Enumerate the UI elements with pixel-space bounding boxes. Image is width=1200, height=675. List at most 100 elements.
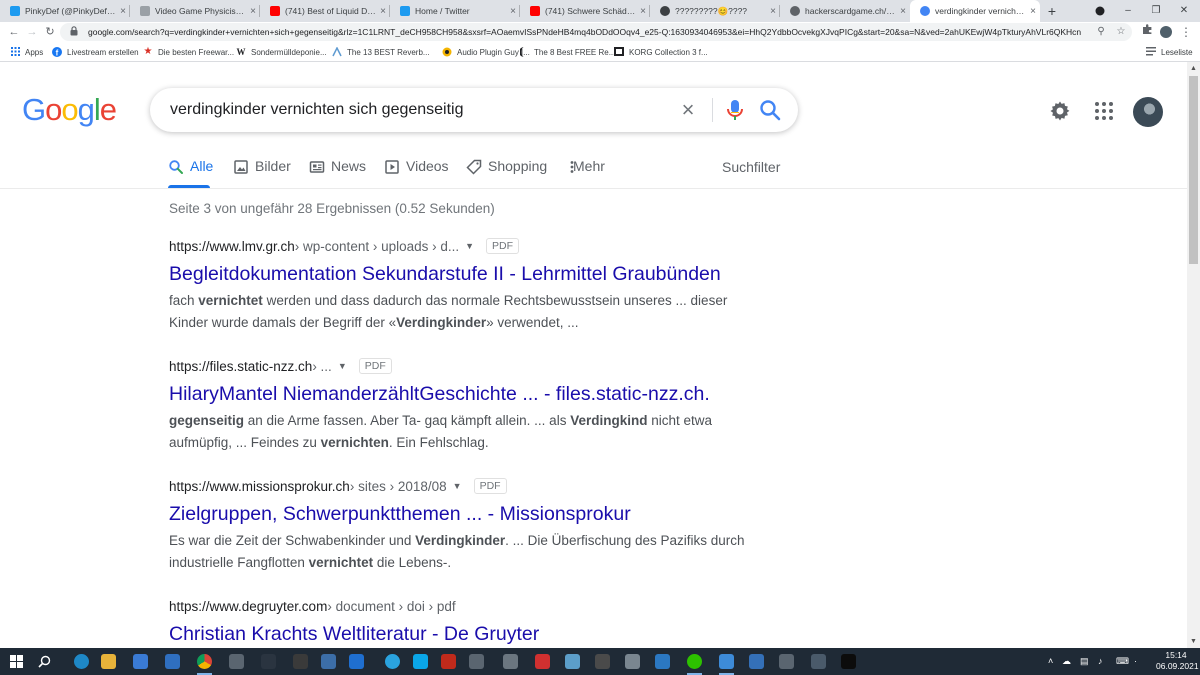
search-input[interactable]: verdingkinder vernichten sich gegenseiti…	[170, 100, 464, 120]
back-arrow-icon[interactable]: ←	[6, 24, 22, 40]
browser-tab[interactable]: Home / Twitter ×	[390, 0, 520, 22]
zoom-icon[interactable]: ⚲	[1094, 25, 1108, 39]
windows-start-icon[interactable]	[6, 651, 27, 672]
app-icon[interactable]	[716, 651, 737, 675]
result-url[interactable]: https://www.missionsprokur.ch › sites › …	[169, 477, 749, 495]
app-icon[interactable]	[438, 651, 459, 672]
network-icon[interactable]: ▤	[1080, 651, 1089, 672]
result-menu-caret-icon[interactable]: ▼	[453, 481, 462, 491]
url-text[interactable]: google.com/search?q=verdingkinder+vernic…	[88, 26, 1088, 38]
result-title-link[interactable]: Begleitdokumentation Sekundarstufe II - …	[169, 261, 749, 287]
reload-icon[interactable]: ↻	[42, 24, 58, 40]
app-icon[interactable]	[318, 651, 339, 672]
speaker-icon[interactable]: ♪	[1098, 651, 1103, 672]
bookmark-item[interactable]: The 8 Best FREE Re...	[519, 45, 615, 59]
reading-list-button[interactable]: Leseliste	[1146, 45, 1193, 59]
skype-icon[interactable]	[410, 651, 431, 672]
media-record-icon[interactable]	[1086, 0, 1114, 22]
result-title-link[interactable]: Zielgruppen, Schwerpunktthemen ... - Mis…	[169, 501, 749, 527]
onedrive-icon[interactable]: ☁	[1062, 651, 1071, 672]
app-icon[interactable]	[652, 651, 673, 672]
result-url[interactable]: https://www.lmv.gr.ch › wp-content › upl…	[169, 237, 749, 255]
account-avatar[interactable]	[1133, 97, 1163, 127]
telegram-icon[interactable]	[382, 651, 403, 672]
chevron-up-icon[interactable]: ˄	[1048, 651, 1053, 672]
tab-close-icon[interactable]: ×	[506, 6, 520, 17]
app-icon[interactable]	[258, 651, 279, 672]
app-icon[interactable]	[226, 651, 247, 672]
tab-videos[interactable]: Videos	[384, 158, 449, 188]
google-logo[interactable]: Google	[22, 92, 117, 128]
google-apps-grid-icon[interactable]	[1092, 99, 1116, 123]
language-icon[interactable]: ·	[1134, 651, 1137, 672]
browser-tab[interactable]: (741) Schwere Schädigung×	[520, 0, 650, 22]
tab-close-icon[interactable]: ×	[766, 6, 780, 17]
tab-close-icon[interactable]: ×	[376, 6, 390, 17]
result-url[interactable]: https://files.static-nzz.ch › ... ▼ PDF	[169, 357, 749, 375]
bookmark-item[interactable]: Audio Plugin Guy |...	[442, 45, 530, 59]
mail-icon[interactable]	[162, 651, 183, 672]
search-icon[interactable]	[758, 98, 782, 122]
forward-arrow-icon[interactable]: →	[24, 24, 40, 40]
bookmark-item[interactable]: f Livestream erstellen	[52, 45, 139, 59]
result-title-link[interactable]: HilaryMantel NiemanderzähltGeschichte ..…	[169, 381, 749, 407]
browser-tab[interactable]: hackerscardgame.ch/jpg/E ×	[780, 0, 910, 22]
browser-tab[interactable]: PinkyDef (@PinkyDef) / Tw×	[0, 0, 130, 22]
settings-gear-icon[interactable]	[1048, 99, 1072, 123]
bookmark-star-icon[interactable]: ☆	[1114, 25, 1128, 39]
app-icon[interactable]	[592, 651, 613, 672]
close-window-icon[interactable]: ✕	[1170, 0, 1198, 22]
extensions-puzzle-icon[interactable]	[1139, 24, 1155, 40]
chrome-icon[interactable]	[194, 651, 215, 675]
tab-alle[interactable]: Alle	[168, 158, 213, 188]
microphone-icon[interactable]	[724, 98, 746, 122]
app-icon[interactable]	[746, 651, 767, 672]
scroll-up-arrow-icon[interactable]: ▲	[1187, 62, 1200, 75]
tab-bilder[interactable]: Bilder	[233, 158, 291, 188]
tab-close-icon[interactable]: ×	[1026, 6, 1040, 17]
scroll-down-arrow-icon[interactable]: ▼	[1187, 635, 1200, 648]
edge-icon[interactable]	[71, 651, 92, 672]
result-menu-caret-icon[interactable]: ▼	[465, 241, 474, 251]
notification-icon[interactable]	[1184, 651, 1196, 672]
bookmark-item[interactable]: W Sondermülldeponie...	[236, 45, 327, 59]
wechat-icon[interactable]	[684, 651, 705, 675]
app-icon[interactable]	[346, 651, 367, 672]
app-icon[interactable]	[776, 651, 797, 672]
maximize-icon[interactable]: ❐	[1142, 0, 1170, 22]
browser-tab[interactable]: (741) Best of Liquid Drum ×	[260, 0, 390, 22]
new-tab-plus-icon[interactable]: +	[1043, 2, 1061, 20]
app-icon[interactable]	[532, 651, 553, 672]
clear-icon[interactable]: ×	[676, 98, 700, 122]
browser-tab[interactable]: Video Game Physicists Pro×	[130, 0, 260, 22]
browser-tab[interactable]: verdingkinder vernichten s ×	[910, 0, 1040, 22]
menu-kebab-icon[interactable]: ⋮	[1178, 24, 1194, 40]
app-icon[interactable]	[562, 651, 583, 672]
result-menu-caret-icon[interactable]: ▼	[338, 361, 347, 371]
result-title-link[interactable]: Christian Krachts Weltliteratur - De Gru…	[169, 621, 749, 647]
file-explorer-icon[interactable]	[98, 651, 119, 672]
tab-close-icon[interactable]: ×	[246, 6, 260, 17]
tab-mehr[interactable]: Mehr	[564, 158, 605, 188]
result-url[interactable]: https://www.degruyter.com › document › d…	[169, 597, 749, 615]
tab-shopping[interactable]: Shopping	[466, 158, 547, 188]
bookmark-item[interactable]: ★ Die besten Freewar...	[143, 45, 235, 59]
tab-close-icon[interactable]: ×	[636, 6, 650, 17]
search-box[interactable]: verdingkinder vernichten sich gegenseiti…	[150, 88, 798, 132]
browser-tab[interactable]: ?????????😊???? ×	[650, 0, 780, 22]
live-app-icon[interactable]	[290, 651, 311, 672]
tab-close-icon[interactable]: ×	[116, 6, 130, 17]
app-icon[interactable]	[500, 651, 521, 672]
search-tools-button[interactable]: Suchfilter	[722, 159, 780, 175]
profile-avatar[interactable]	[1160, 26, 1172, 38]
lock-icon[interactable]	[68, 26, 80, 38]
app-icon[interactable]	[622, 651, 643, 672]
tab-news[interactable]: News	[309, 158, 366, 188]
tab-close-icon[interactable]: ×	[896, 6, 910, 17]
terminal-icon[interactable]	[838, 651, 859, 672]
bookmark-item[interactable]: Apps	[10, 45, 43, 59]
store-icon[interactable]	[130, 651, 151, 672]
app-icon[interactable]	[466, 651, 487, 672]
minimize-icon[interactable]: –	[1114, 0, 1142, 22]
bookmark-item[interactable]: The 13 BEST Reverb...	[332, 45, 430, 59]
